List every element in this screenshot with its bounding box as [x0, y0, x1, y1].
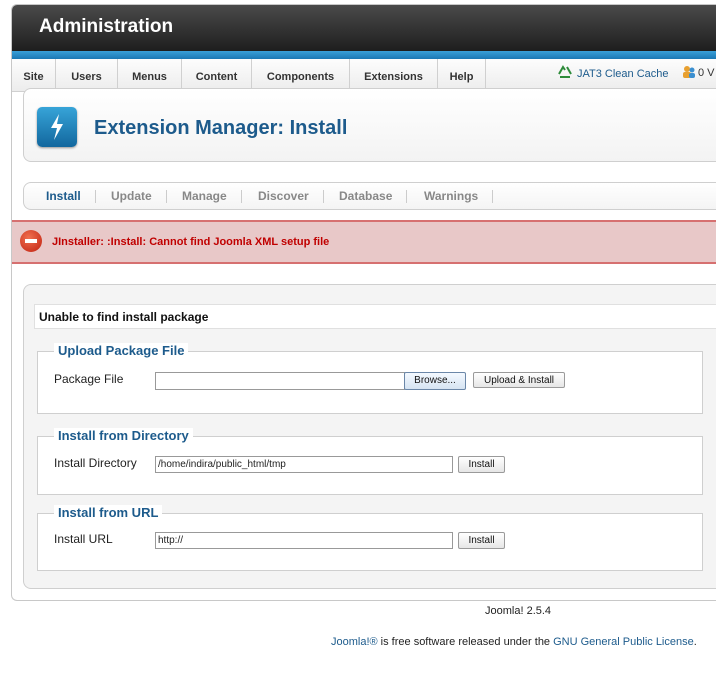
install-url-fieldset: Install from URL Install URL http:// Ins… — [37, 505, 703, 571]
jat3-clean-cache-link[interactable]: JAT3 Clean Cache — [557, 65, 669, 80]
install-url-label: Install URL — [54, 532, 113, 546]
menu-extensions[interactable]: Extensions — [350, 59, 438, 91]
gpl-license-link[interactable]: GNU General Public License — [553, 636, 694, 648]
menu-help[interactable]: Help — [438, 59, 486, 91]
license-end-text: . — [693, 636, 697, 648]
install-url-input[interactable]: http:// — [155, 532, 453, 549]
license-middle-text: is free software released under the — [377, 636, 554, 648]
directory-legend: Install from Directory — [54, 428, 193, 443]
package-file-label: Package File — [54, 372, 124, 386]
tab-warnings[interactable]: Warnings — [424, 190, 494, 203]
install-directory-input[interactable]: /home/indira/public_html/tmp — [155, 456, 453, 473]
error-icon — [20, 230, 42, 252]
menu-menus[interactable]: Menus — [118, 59, 182, 91]
joomla-version: Joomla! 2.5.4 — [485, 605, 552, 617]
install-directory-label: Install Directory — [54, 456, 137, 470]
install-url-button[interactable]: Install — [458, 532, 505, 549]
browse-button[interactable]: Browse... — [404, 372, 466, 390]
tab-discover[interactable]: Discover — [258, 190, 324, 203]
tab-update[interactable]: Update — [111, 190, 167, 203]
upload-install-button[interactable]: Upload & Install — [473, 372, 565, 388]
menu-components[interactable]: Components — [252, 59, 350, 91]
install-status-message: Unable to find install package — [34, 304, 716, 329]
package-file-input[interactable] — [155, 372, 405, 390]
online-users: 0 V — [682, 65, 715, 79]
tab-manage[interactable]: Manage — [182, 190, 242, 203]
tab-install[interactable]: Install — [46, 190, 96, 203]
admin-frame: Administration Site Users Menus Content … — [11, 4, 716, 601]
lightning-icon — [37, 107, 77, 147]
joomla-link[interactable]: Joomla!® — [331, 636, 378, 648]
recycle-icon — [558, 65, 572, 78]
install-directory-fieldset: Install from Directory Install Directory… — [37, 428, 703, 495]
upload-package-fieldset: Upload Package File Package File Browse.… — [37, 343, 703, 414]
menu-site[interactable]: Site — [12, 59, 56, 91]
install-directory-button[interactable]: Install — [458, 456, 505, 473]
cache-label: JAT3 Clean Cache — [577, 68, 669, 80]
error-text: JInstaller: :Install: Cannot find Joomla… — [52, 236, 330, 248]
admin-header: Administration — [12, 5, 716, 51]
error-message: JInstaller: :Install: Cannot find Joomla… — [12, 220, 716, 264]
submenu-tabs: Install Update Manage Discover Database … — [23, 182, 716, 210]
users-icon — [683, 66, 695, 78]
admin-title: Administration — [39, 16, 174, 37]
online-count: 0 V — [698, 67, 715, 79]
url-legend: Install from URL — [54, 505, 163, 520]
menu-content[interactable]: Content — [182, 59, 252, 91]
menu-users[interactable]: Users — [56, 59, 118, 91]
upload-legend: Upload Package File — [54, 343, 189, 358]
page-title: Extension Manager: Install — [94, 117, 348, 139]
license-text: Joomla!® is free software released under… — [331, 636, 697, 648]
header-accent-bar — [12, 51, 716, 59]
install-panel: Unable to find install package Upload Pa… — [23, 284, 716, 589]
toolbar-box: Extension Manager: Install — [23, 88, 716, 162]
tab-database[interactable]: Database — [339, 190, 408, 203]
